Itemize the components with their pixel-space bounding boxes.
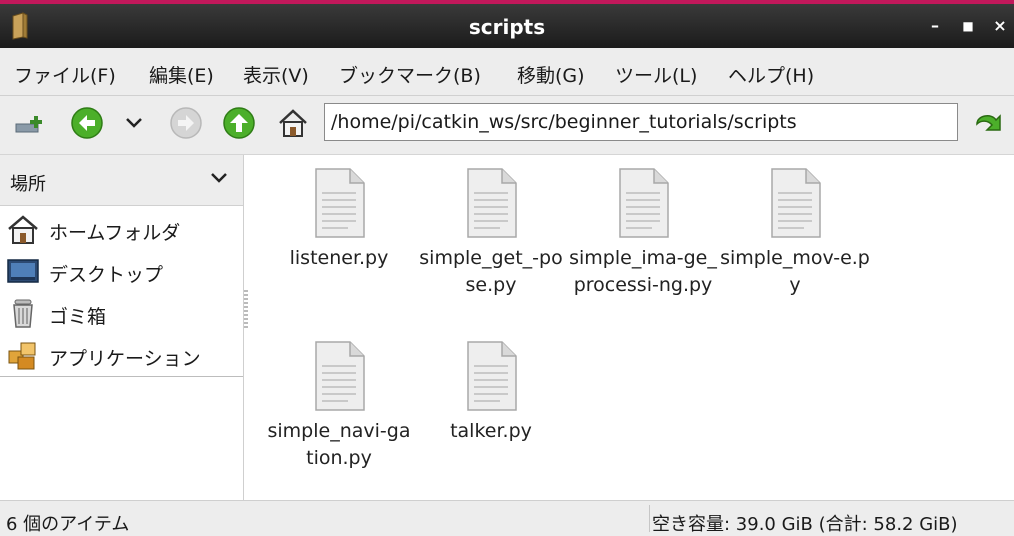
home-icon[interactable] <box>276 106 310 140</box>
status-bar: 6 個のアイテム 空き容量: 39.0 GiB (合計: 58.2 GiB) <box>0 500 1014 536</box>
file-item[interactable]: simple_navi-gation.py <box>264 340 414 472</box>
maximize-button[interactable]: ■ <box>958 16 978 36</box>
sidebar-item-desktop[interactable]: デスクトップ <box>0 250 243 292</box>
trash-icon <box>13 299 33 328</box>
menu-view[interactable]: 表示(V) <box>243 61 309 88</box>
places-sidebar: 場所 ホームフォルダ デスクトップ ゴミ箱 アプリケーション <box>0 155 244 500</box>
close-button[interactable]: × <box>990 16 1010 36</box>
file-item[interactable]: talker.py <box>416 340 566 445</box>
status-divider <box>649 505 650 532</box>
file-item[interactable]: listener.py <box>264 167 414 272</box>
sidebar-item-home[interactable]: ホームフォルダ <box>0 208 243 250</box>
home-icon <box>8 215 38 244</box>
file-name: simple_navi-gation.py <box>267 420 411 469</box>
python-file-icon <box>315 341 365 411</box>
python-file-icon <box>467 341 517 411</box>
pane-resize-handle[interactable] <box>244 290 248 330</box>
location-path-input[interactable] <box>324 103 958 141</box>
chevron-down-icon[interactable] <box>208 168 230 188</box>
free-space: 空き容量: 39.0 GiB (合計: 58.2 GiB) <box>652 514 958 535</box>
sidebar-item-trash[interactable]: ゴミ箱 <box>0 292 243 334</box>
item-count: 6 個のアイテム <box>6 514 130 535</box>
window-title: scripts <box>468 15 546 39</box>
menu-go[interactable]: 移動(G) <box>517 61 585 88</box>
back-arrow-icon[interactable] <box>70 106 104 140</box>
sidebar-item-label: デスクトップ <box>49 264 164 286</box>
file-view: listener.py simple_get_-pose.py simple_i… <box>250 155 1014 500</box>
file-name: talker.py <box>450 420 532 442</box>
file-item[interactable]: simple_mov-e.py <box>720 167 870 299</box>
menu-file[interactable]: ファイル(F) <box>14 61 116 88</box>
python-file-icon <box>467 168 517 238</box>
sidebar-item-label: ゴミ箱 <box>49 306 107 328</box>
new-tab-icon[interactable] <box>14 108 48 138</box>
file-item[interactable]: simple_get_-pose.py <box>416 167 566 299</box>
forward-arrow-icon[interactable] <box>169 106 203 140</box>
places-header-label: 場所 <box>10 174 46 195</box>
file-name: simple_mov-e.py <box>720 247 870 296</box>
chevron-down-icon[interactable] <box>124 114 144 132</box>
python-file-icon <box>771 168 821 238</box>
sidebar-item-label: アプリケーション <box>49 348 201 370</box>
sidebar-item-label: ホームフォルダ <box>49 222 181 244</box>
desktop-icon <box>7 259 39 283</box>
title-bar[interactable]: scripts – ■ × <box>0 4 1014 48</box>
applications-icon <box>8 342 36 370</box>
file-name: simple_get_-pose.py <box>419 247 563 296</box>
sidebar-divider <box>0 376 243 377</box>
menu-edit[interactable]: 編集(E) <box>149 61 214 88</box>
sidebar-item-applications[interactable]: アプリケーション <box>0 334 243 376</box>
places-header[interactable]: 場所 <box>0 155 243 206</box>
python-file-icon <box>619 168 669 238</box>
go-arrow-icon[interactable] <box>972 106 1006 140</box>
file-name: simple_ima-ge_processi-ng.py <box>569 247 717 296</box>
minimize-button[interactable]: – <box>925 16 945 36</box>
menu-help[interactable]: ヘルプ(H) <box>728 61 814 88</box>
menu-tools[interactable]: ツール(L) <box>615 61 697 88</box>
file-name: listener.py <box>289 247 389 269</box>
python-file-icon <box>315 168 365 238</box>
toolbar <box>0 96 1014 155</box>
up-arrow-icon[interactable] <box>222 106 256 140</box>
menu-bookmarks[interactable]: ブックマーク(B) <box>339 61 481 88</box>
file-item[interactable]: simple_ima-ge_processi-ng.py <box>568 167 718 299</box>
menu-bar: ファイル(F) 編集(E) 表示(V) ブックマーク(B) 移動(G) ツール(… <box>0 48 1014 96</box>
